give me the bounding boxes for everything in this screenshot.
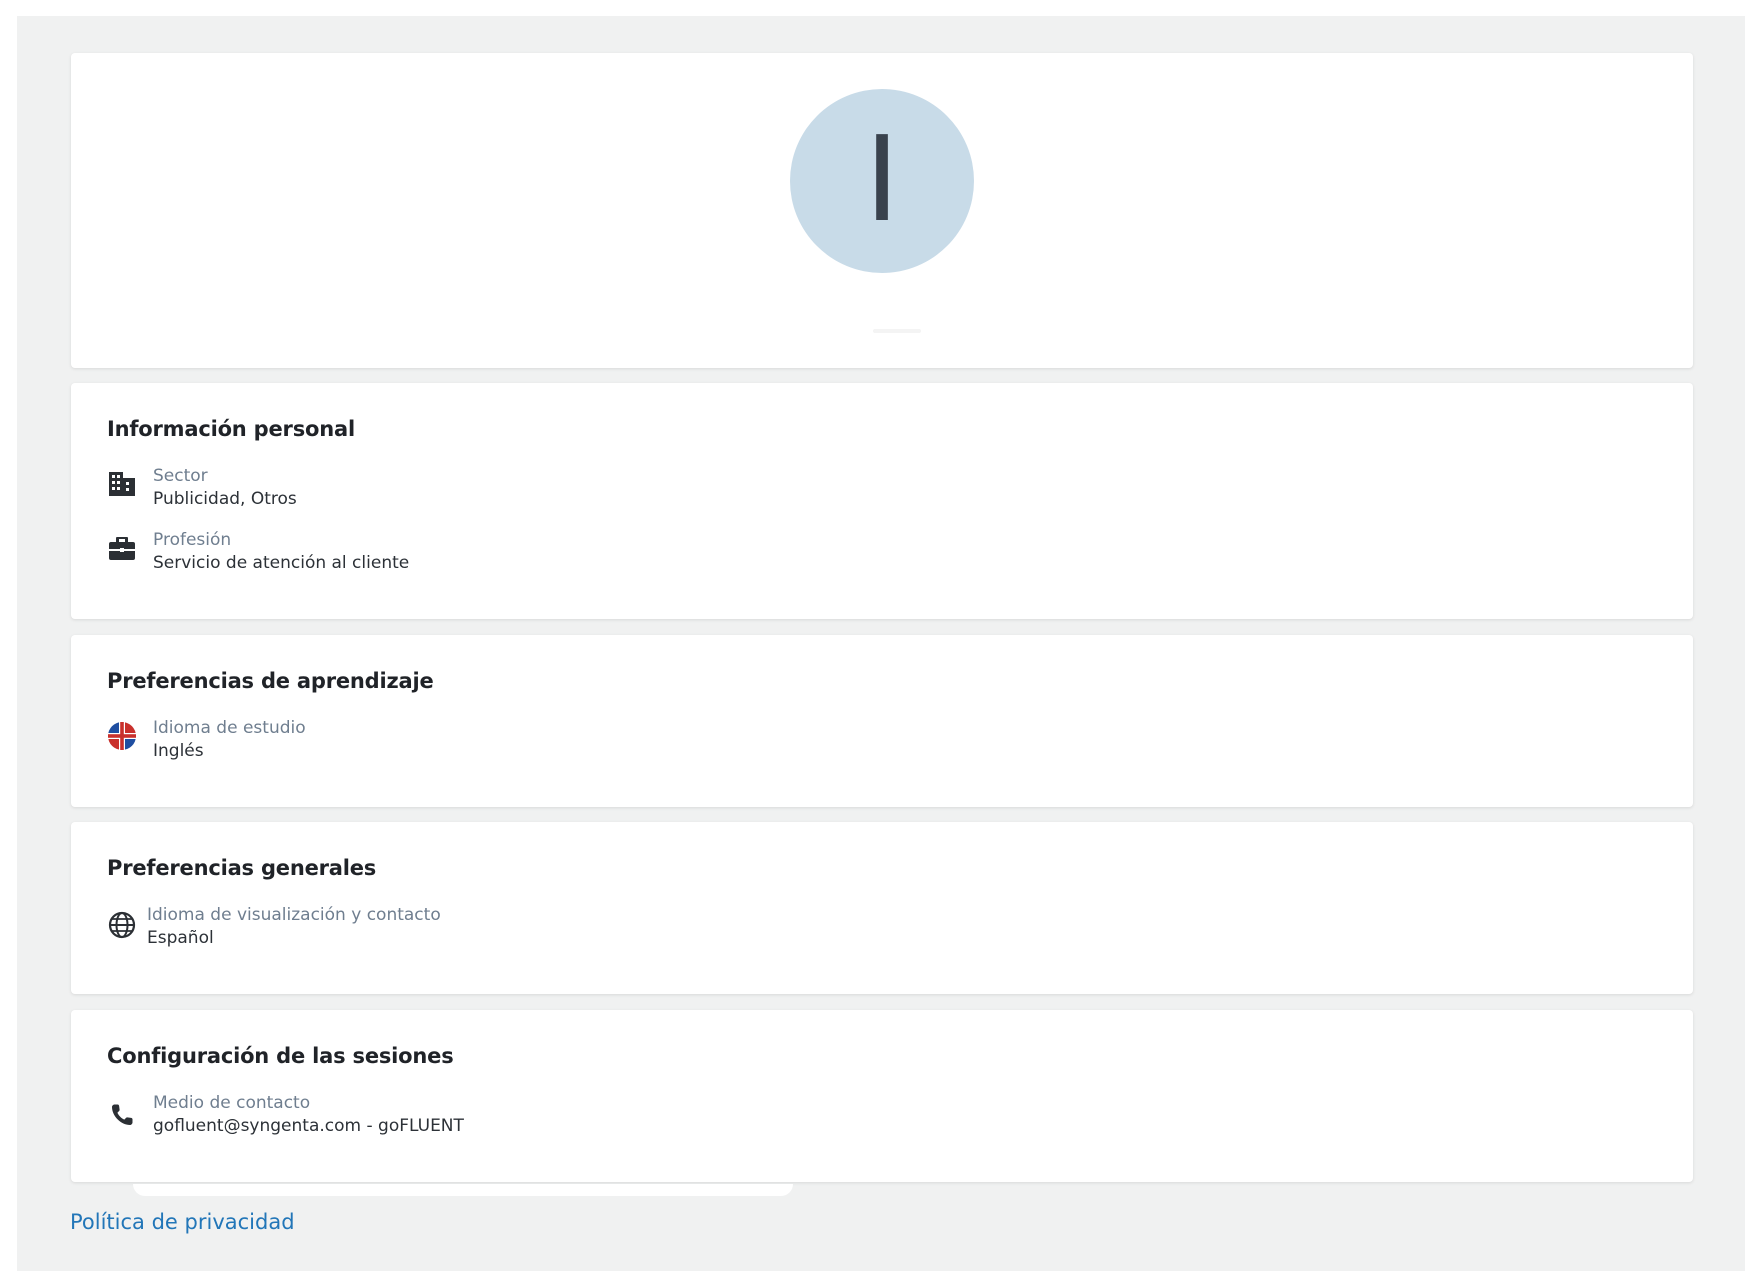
personal-info-card: Información personal Sector Publicidad, … <box>71 383 1693 619</box>
learning-preferences-card: Preferencias de aprendizaje Idioma de es… <box>71 635 1693 807</box>
profile-page: I Información personal Sector Publicidad… <box>17 16 1745 1271</box>
sector-row: Sector Publicidad, Otros <box>107 466 297 509</box>
learning-preferences-title: Preferencias de aprendizaje <box>107 669 434 693</box>
session-settings-card: Configuración de las sesiones Medio de c… <box>71 1010 1693 1182</box>
general-preferences-card: Preferencias generales Idioma de visuali… <box>71 822 1693 994</box>
avatar-card: I <box>71 53 1693 368</box>
uk-flag-icon <box>107 721 137 751</box>
study-language-row: Idioma de estudio Inglés <box>107 718 306 761</box>
sector-label: Sector <box>153 466 208 486</box>
building-icon <box>107 469 137 499</box>
briefcase-icon <box>107 533 137 563</box>
display-language-value: Español <box>147 927 214 948</box>
overlay-shape <box>133 1184 793 1196</box>
profession-value: Servicio de atención al cliente <box>153 552 410 573</box>
profession-row: Profesión Servicio de atención al client… <box>107 530 410 573</box>
session-settings-title: Configuración de las sesiones <box>107 1044 454 1068</box>
display-language-row: Idioma de visualización y contacto Españ… <box>107 905 441 948</box>
profession-label: Profesión <box>153 530 232 550</box>
contact-method-value: gofluent@syngenta.com - goFLUENT <box>153 1115 464 1136</box>
display-language-label: Idioma de visualización y contacto <box>147 905 441 925</box>
phone-icon <box>107 1100 137 1130</box>
avatar-subtext-placeholder <box>873 329 921 333</box>
privacy-policy-link[interactable]: Política de privacidad <box>70 1210 295 1234</box>
general-preferences-title: Preferencias generales <box>107 856 377 880</box>
avatar-initial: I <box>864 110 900 248</box>
avatar: I <box>790 89 974 273</box>
study-language-value: Inglés <box>153 740 204 761</box>
contact-method-label: Medio de contacto <box>153 1093 311 1113</box>
contact-method-row: Medio de contacto gofluent@syngenta.com … <box>107 1093 464 1136</box>
globe-icon <box>107 910 137 940</box>
study-language-label: Idioma de estudio <box>153 718 306 738</box>
personal-info-title: Información personal <box>107 417 355 441</box>
sector-value: Publicidad, Otros <box>153 488 297 509</box>
